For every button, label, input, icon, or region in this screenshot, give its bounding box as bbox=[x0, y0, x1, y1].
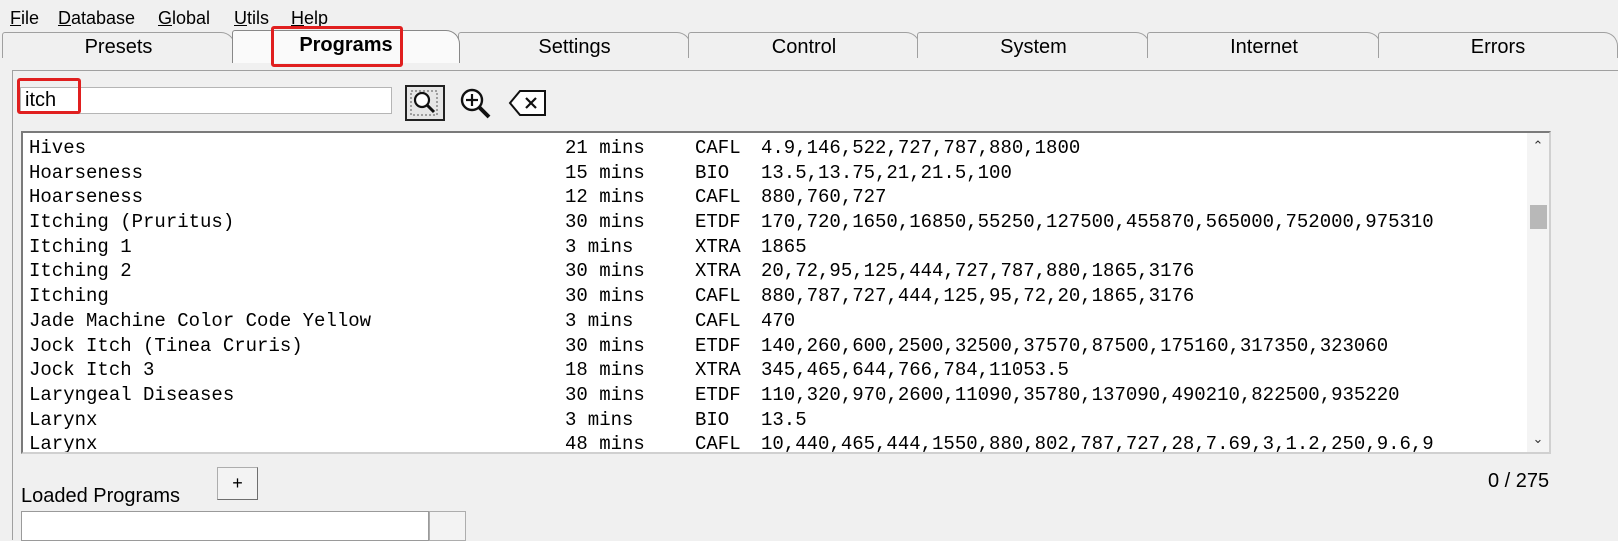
program-duration: 48 mins bbox=[565, 433, 645, 454]
program-duration: 3 mins bbox=[565, 235, 634, 258]
tab-control[interactable]: Control bbox=[688, 32, 920, 58]
program-rows: Hives 21 mins CAFL 4.9,146,522,727,787,880,… bbox=[27, 136, 1527, 454]
search-button[interactable] bbox=[405, 85, 445, 121]
list-item[interactable]: Hives 21 mins CAFL 4.9,146,522,727,787,880,… bbox=[27, 136, 1527, 161]
list-item[interactable]: Jock Itch 3 18 mins XTRA 345,465,644,766,78… bbox=[27, 358, 1527, 383]
program-frequencies: 13.5 bbox=[761, 408, 807, 431]
program-name: Hives bbox=[29, 137, 87, 159]
list-item[interactable]: Hoarseness 15 mins BIO 13.5,13.75,21,21.5,1… bbox=[27, 161, 1527, 186]
vertical-scrollbar[interactable]: ⌃ ⌄ bbox=[1527, 133, 1549, 452]
menu-bar: File Database Global Utils Help bbox=[0, 0, 1618, 32]
list-item[interactable]: Hoarseness 12 mins CAFL 880,760,727 bbox=[27, 185, 1527, 210]
program-frequencies: 880,787,727,444,125,95,72,20,1865,3176 bbox=[761, 285, 1195, 308]
tab-errors[interactable]: Errors bbox=[1378, 32, 1618, 58]
program-duration: 12 mins bbox=[565, 186, 645, 209]
menu-global[interactable]: Global bbox=[158, 8, 210, 28]
menu-help[interactable]: Help bbox=[291, 8, 328, 28]
program-name: Laryngeal Diseases bbox=[29, 383, 235, 406]
program-frequencies: 13.5,13.75,21,21.5,100 bbox=[761, 161, 1012, 184]
menu-utils[interactable]: Utils bbox=[234, 8, 269, 28]
program-name: Hoarseness bbox=[29, 186, 144, 209]
program-name: Itching (Pruritus) bbox=[29, 211, 235, 234]
list-item[interactable]: Laryngeal Diseases 30 mins ETDF 110,320,970… bbox=[27, 383, 1527, 408]
zoom-button[interactable] bbox=[456, 85, 496, 121]
tab-programs[interactable]: Programs bbox=[232, 30, 460, 63]
menu-file[interactable]: File bbox=[10, 8, 39, 28]
program-name: Jock Itch (Tinea Cruris) bbox=[29, 334, 303, 357]
program-frequencies: 4.9,146,522,727,787,880,1800 bbox=[761, 137, 1081, 159]
backspace-clear-icon bbox=[508, 90, 546, 116]
program-duration: 30 mins bbox=[565, 383, 645, 406]
program-duration: 30 mins bbox=[565, 334, 645, 357]
program-duration: 30 mins bbox=[565, 211, 645, 234]
scrollbar-thumb[interactable] bbox=[1530, 205, 1547, 229]
list-item[interactable]: Jade Machine Color Code Yellow 3 mins CAFL… bbox=[27, 309, 1527, 334]
scroll-down-icon[interactable]: ⌄ bbox=[1527, 428, 1549, 450]
program-frequencies: 140,260,600,2500,32500,37570,87500,17516… bbox=[761, 334, 1389, 357]
program-type: CAFL bbox=[695, 309, 741, 332]
program-type: XTRA bbox=[695, 359, 741, 382]
program-name: Hoarseness bbox=[29, 161, 144, 184]
program-type: BIO bbox=[695, 408, 730, 431]
tab-strip: Presets Programs Settings Control System… bbox=[0, 30, 1618, 63]
list-item[interactable]: Itching 2 30 mins XTRA 20,72,95,125,444,727… bbox=[27, 259, 1527, 284]
program-type: BIO bbox=[695, 161, 730, 184]
program-frequencies: 110,320,970,2600,11090,35780,137090,4902… bbox=[761, 383, 1400, 406]
program-duration: 18 mins bbox=[565, 359, 645, 382]
program-name: Itching 2 bbox=[29, 260, 132, 283]
program-duration: 30 mins bbox=[565, 285, 645, 308]
program-name: Jock Itch 3 bbox=[29, 359, 155, 382]
list-item[interactable]: Larynx 3 mins BIO 13.5 bbox=[27, 408, 1527, 433]
program-frequencies: 880,760,727 bbox=[761, 186, 887, 209]
program-count: 0 / 275 bbox=[1488, 470, 1550, 492]
program-duration: 21 mins bbox=[565, 137, 645, 159]
search-input[interactable] bbox=[20, 87, 392, 114]
program-name: Jade Machine Color Code Yellow bbox=[29, 309, 372, 332]
program-duration: 30 mins bbox=[565, 260, 645, 283]
tab-settings[interactable]: Settings bbox=[458, 32, 691, 58]
menu-database[interactable]: Database bbox=[58, 8, 135, 28]
clear-button[interactable] bbox=[508, 85, 548, 121]
add-program-button[interactable]: + bbox=[217, 467, 258, 500]
program-duration: 3 mins bbox=[565, 408, 634, 431]
program-type: CAFL bbox=[695, 186, 741, 209]
loaded-programs-edit-button[interactable] bbox=[429, 511, 466, 541]
list-item[interactable]: Larynx 48 mins CAFL 10,440,465,444,1550,880… bbox=[27, 432, 1527, 454]
program-duration: 3 mins bbox=[565, 309, 634, 332]
program-type: CAFL bbox=[695, 285, 741, 308]
program-frequencies: 470 bbox=[761, 309, 796, 332]
program-type: ETDF bbox=[695, 211, 741, 234]
program-type: XTRA bbox=[695, 260, 741, 283]
tab-presets[interactable]: Presets bbox=[2, 32, 235, 58]
loaded-programs-label: Loaded Programs bbox=[21, 485, 180, 507]
program-type: CAFL bbox=[695, 137, 741, 159]
program-frequencies: 20,72,95,125,444,727,787,880,1865,3176 bbox=[761, 260, 1195, 283]
program-name: Larynx bbox=[29, 433, 98, 454]
scroll-up-icon[interactable]: ⌃ bbox=[1527, 135, 1549, 157]
tab-system[interactable]: System bbox=[917, 32, 1150, 58]
program-name: Larynx bbox=[29, 408, 98, 431]
search-icon bbox=[410, 90, 438, 116]
list-item[interactable]: Jock Itch (Tinea Cruris) 30 mins ETDF 140,2… bbox=[27, 334, 1527, 359]
program-type: XTRA bbox=[695, 235, 741, 258]
program-frequencies: 170,720,1650,16850,55250,127500,455870,5… bbox=[761, 211, 1434, 234]
tab-internet[interactable]: Internet bbox=[1147, 32, 1381, 58]
program-duration: 15 mins bbox=[565, 161, 645, 184]
program-type: ETDF bbox=[695, 383, 741, 406]
program-type: CAFL bbox=[695, 433, 741, 454]
program-type: ETDF bbox=[695, 334, 741, 357]
program-list[interactable]: Hives 21 mins CAFL 4.9,146,522,727,787,880,… bbox=[21, 131, 1551, 454]
zoom-in-icon bbox=[460, 88, 491, 119]
program-frequencies: 1865 bbox=[761, 235, 807, 258]
program-name: Itching 1 bbox=[29, 235, 132, 258]
list-item[interactable]: Itching (Pruritus) 30 mins ETDF 170,720,165… bbox=[27, 210, 1527, 235]
list-item[interactable]: Itching 1 3 mins XTRA 1865 bbox=[27, 235, 1527, 260]
program-frequencies: 345,465,644,766,784,11053.5 bbox=[761, 359, 1069, 382]
list-item[interactable]: Itching 30 mins CAFL 880,787,727,444,125,95… bbox=[27, 284, 1527, 309]
program-name: Itching bbox=[29, 285, 109, 308]
loaded-programs-list[interactable] bbox=[21, 511, 429, 541]
program-frequencies: 10,440,465,444,1550,880,802,787,727,28,7… bbox=[761, 433, 1434, 454]
